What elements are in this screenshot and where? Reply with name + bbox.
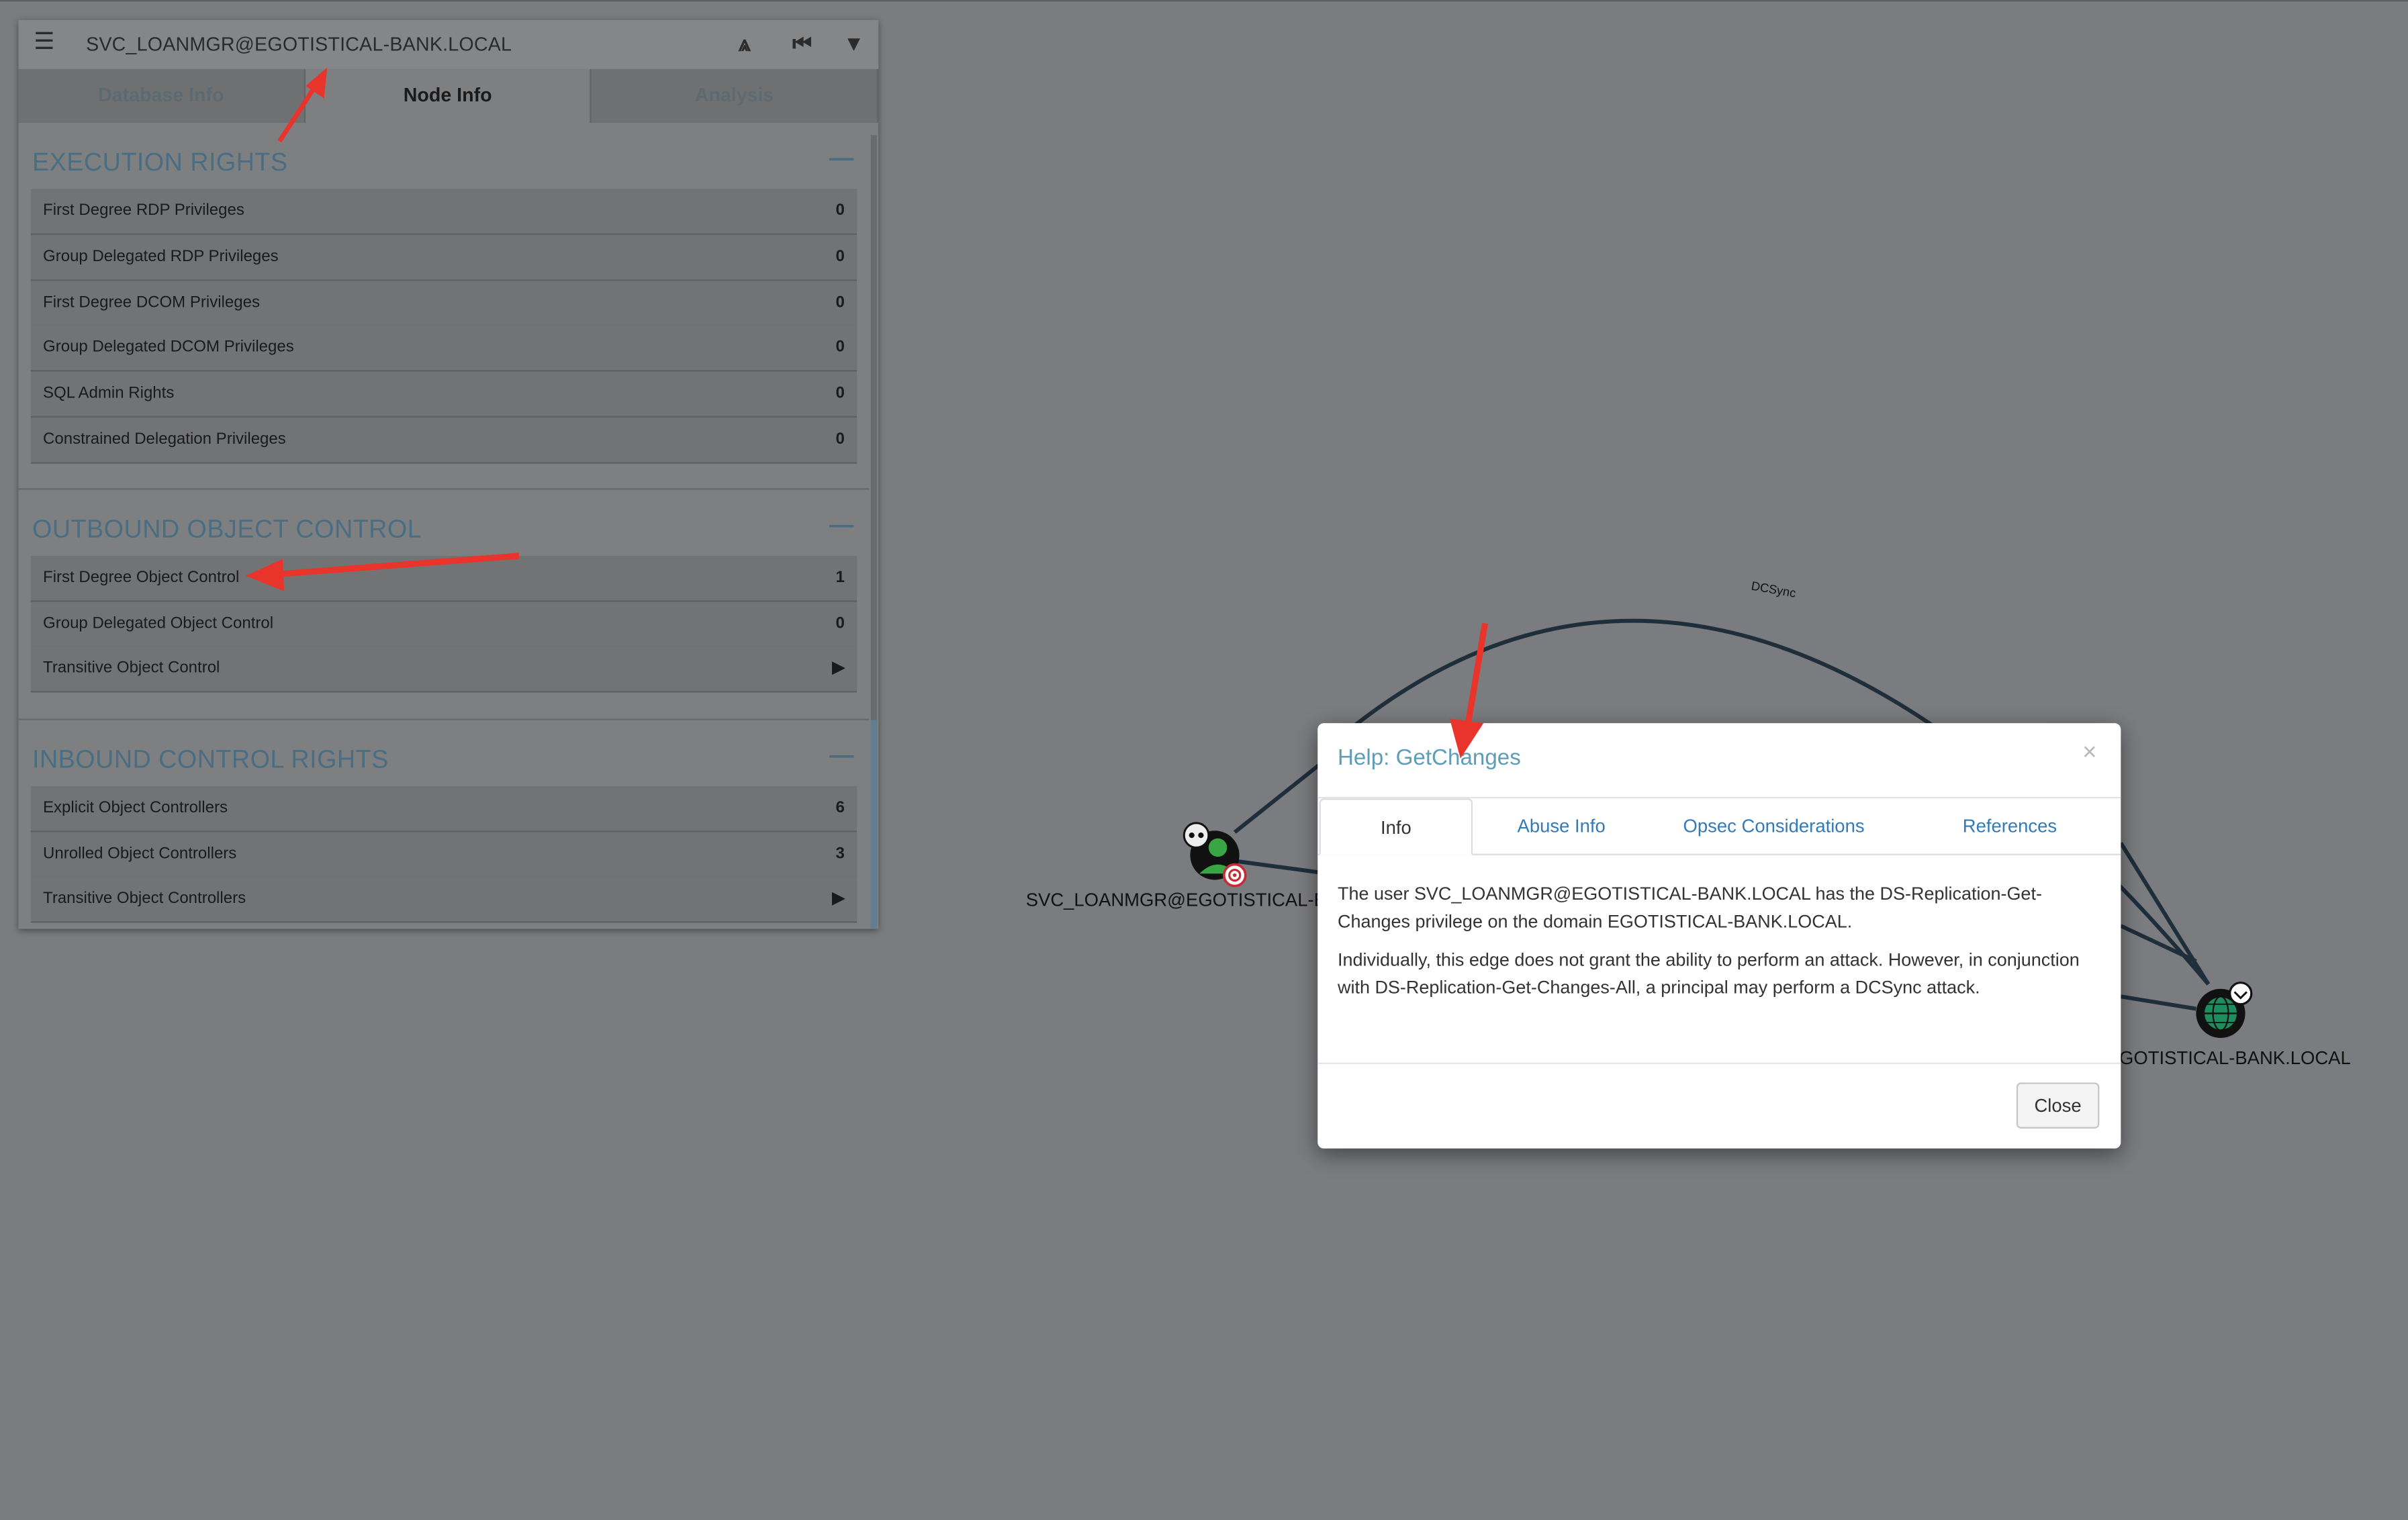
list-item[interactable]: First Degree RDP Privileges 0 — [30, 189, 858, 235]
row-value: 0 — [835, 247, 845, 266]
row-label: First Degree DCOM Privileges — [43, 293, 260, 312]
modal-title: Help: GetChanges — [1337, 746, 1521, 771]
panel-content: EXECUTION RIGHTS — First Degree RDP Priv… — [18, 123, 870, 929]
row-value: 0 — [835, 430, 845, 448]
edge-line[interactable] — [1237, 859, 1318, 874]
row-label: Transitive Object Controllers — [43, 889, 246, 908]
search-bar[interactable]: ☰ SVC_LOANMGR@EGOTISTICAL-BANK.LOCAL ⩓ ⏮… — [18, 19, 879, 71]
edge-label: DCSync — [1750, 578, 1797, 600]
collapse-button[interactable]: — — [829, 513, 854, 540]
menu-icon[interactable]: ☰ — [34, 30, 54, 56]
section-divider — [18, 488, 870, 490]
help-modal: Help: GetChanges × Info Abuse Info Opsec… — [1317, 723, 2121, 1149]
row-label: Explicit Object Controllers — [43, 798, 228, 817]
close-button[interactable]: Close — [2016, 1082, 2100, 1129]
list-item[interactable]: Unrolled Object Controllers 3 — [30, 832, 858, 879]
app-stage: DCSync SVC_LOANMGR@EGOTISTICAL-BAN GOTIS… — [0, 0, 2408, 1519]
close-icon[interactable]: × — [2082, 740, 2096, 767]
source-node-label: SVC_LOANMGR@EGOTISTICAL-BAN — [1025, 889, 1352, 911]
row-label: First Degree Object Control — [43, 568, 240, 587]
node-info-panel: ☰ SVC_LOANMGR@EGOTISTICAL-BANK.LOCAL ⩓ ⏮… — [18, 19, 879, 929]
back-icon[interactable]: ⏮ — [792, 31, 812, 57]
row-label: First Degree RDP Privileges — [43, 201, 244, 220]
info-paragraph: The user SVC_LOANMGR@EGOTISTICAL-BANK.LO… — [1337, 883, 2042, 932]
scrollbar-thumb[interactable] — [870, 720, 877, 929]
row-label: Group Delegated Object Control — [43, 614, 274, 633]
list-item[interactable]: SQL Admin Rights 0 — [30, 371, 858, 418]
tab-references[interactable]: References — [1963, 798, 2057, 853]
row-label: Group Delegated RDP Privileges — [43, 247, 279, 266]
list-item[interactable]: Group Delegated DCOM Privileges 0 — [30, 325, 858, 372]
row-value: 0 — [835, 383, 845, 403]
row-label: SQL Admin Rights — [43, 383, 175, 403]
tab-analysis[interactable]: Analysis — [592, 68, 879, 123]
user-node-icon — [1208, 838, 1228, 857]
list-item[interactable]: Group Delegated Object Control 0 — [30, 602, 858, 649]
row-value: 0 — [835, 614, 845, 633]
panel-tabs: Database Info Node Info Analysis — [18, 68, 879, 123]
row-value: 0 — [835, 338, 845, 357]
list-item[interactable]: First Degree DCOM Privileges 0 — [30, 281, 858, 328]
tab-info[interactable]: Info — [1319, 798, 1473, 855]
expand-arrow-icon[interactable]: ▶ — [832, 889, 844, 907]
edge-line[interactable] — [2120, 994, 2196, 1011]
target-node-label: GOTISTICAL-BANK.LOCAL — [2119, 1047, 2351, 1069]
row-value: 3 — [835, 844, 845, 863]
pathfinding-icon[interactable]: ⩓ — [739, 31, 751, 57]
skull-icon — [1183, 822, 1210, 849]
row-value: 1 — [835, 568, 845, 587]
collapse-button[interactable]: — — [829, 146, 854, 173]
target-icon — [1222, 863, 1247, 888]
row-label: Constrained Delegation Privileges — [43, 430, 286, 448]
row-label: Unrolled Object Controllers — [43, 844, 237, 863]
tab-opsec-considerations[interactable]: Opsec Considerations — [1683, 798, 1865, 853]
list-item[interactable]: Group Delegated RDP Privileges 0 — [30, 234, 858, 281]
list-item[interactable]: Transitive Object Controllers ▶ — [30, 876, 858, 923]
info-paragraph: Individually, this edge does not grant t… — [1337, 949, 2080, 998]
edge-line[interactable] — [2119, 841, 2211, 986]
section-title-inbound-control-rights[interactable]: INBOUND CONTROL RIGHTS — [32, 746, 389, 775]
section-title-execution-rights[interactable]: EXECUTION RIGHTS — [32, 149, 288, 178]
filter-icon[interactable]: ▼ — [843, 31, 865, 56]
tab-node-info[interactable]: Node Info — [305, 68, 592, 123]
tab-database-info[interactable]: Database Info — [18, 68, 306, 123]
row-value: 0 — [835, 201, 845, 220]
list-item[interactable]: First Degree Object Control 1 — [30, 555, 858, 602]
list-item[interactable]: Constrained Delegation Privileges 0 — [30, 418, 858, 464]
domain-node[interactable] — [2196, 982, 2253, 1039]
modal-footer-divider — [1317, 1062, 2121, 1064]
row-label: Transitive Object Control — [43, 659, 220, 677]
row-value: 0 — [835, 293, 845, 312]
row-label: Group Delegated DCOM Privileges — [43, 338, 294, 357]
section-divider — [18, 718, 870, 720]
expand-arrow-icon[interactable]: ▶ — [832, 659, 844, 677]
section-title-outbound-object-control[interactable]: OUTBOUND OBJECT CONTROL — [32, 516, 422, 544]
list-item[interactable]: Transitive Object Control ▶ — [30, 646, 858, 693]
node-search-input[interactable]: SVC_LOANMGR@EGOTISTICAL-BANK.LOCAL — [86, 34, 512, 55]
collapse-button[interactable]: — — [829, 743, 854, 771]
row-value: 6 — [835, 798, 845, 817]
tab-abuse-info[interactable]: Abuse Info — [1518, 798, 1606, 853]
list-item[interactable]: Explicit Object Controllers 6 — [30, 786, 858, 833]
modal-tabs: Info Abuse Info Opsec Considerations Ref… — [1317, 798, 2121, 855]
